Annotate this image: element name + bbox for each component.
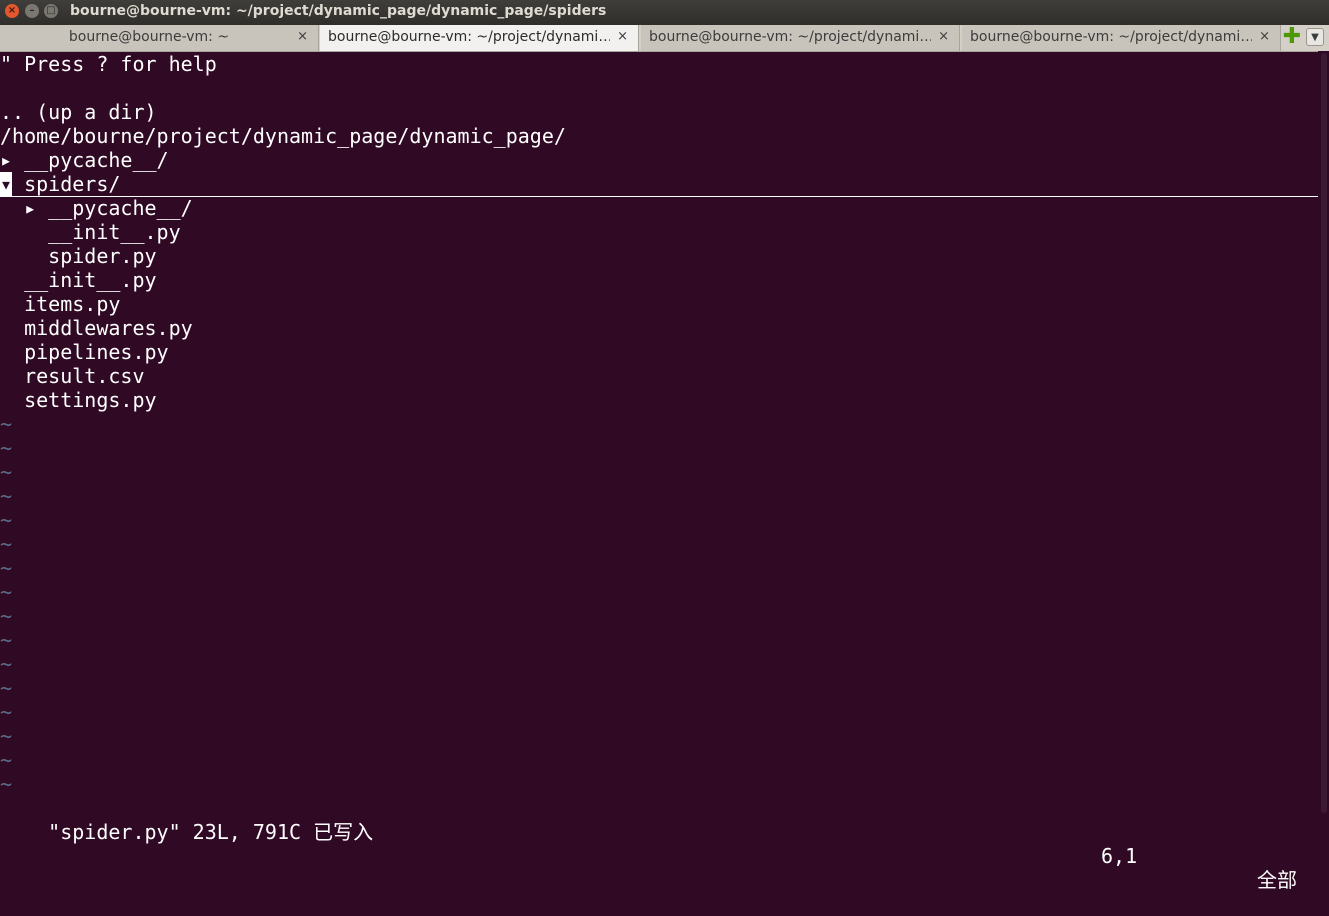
tab-bar: bourne@bourne-vm: ~ × bourne@bourne-vm: …	[0, 25, 1329, 52]
empty-line-tilde: ~	[0, 484, 13, 508]
tree-entry-label: __init__.py	[48, 220, 181, 244]
empty-line-tilde: ~	[0, 724, 13, 748]
vim-status-line: "spider.py" 23L, 791C 已写入 6,1 全部	[0, 796, 1318, 892]
nerdtree-root-path: /home/bourne/project/dynamic_page/dynami…	[0, 124, 566, 148]
tree-entry-spiders-dir[interactable]: ▾ spiders/	[0, 172, 1318, 197]
tree-entry-settings[interactable]: settings.py	[0, 388, 157, 412]
tab-close-icon[interactable]: ×	[297, 29, 308, 44]
tree-entry-label: __init__.py	[24, 268, 157, 292]
tab-project-3[interactable]: bourne@bourne-vm: ~/project/dynami… ×	[962, 25, 1281, 51]
tab-close-icon[interactable]: ×	[617, 29, 628, 44]
empty-line-tilde: ~	[0, 676, 13, 700]
empty-line-tilde: ~	[0, 772, 13, 796]
tab-menu-chevron-icon[interactable]: ▼	[1306, 28, 1324, 46]
tree-entry-label: spider.py	[48, 244, 157, 268]
scrollbar-thumb[interactable]	[1321, 53, 1327, 813]
empty-line-tilde: ~	[0, 604, 13, 628]
tab-label: bourne@bourne-vm: ~/project/dynami…	[328, 29, 610, 45]
tree-entry-label: settings.py	[24, 388, 157, 412]
empty-line-tilde: ~	[0, 700, 13, 724]
empty-line-tilde: ~	[0, 508, 13, 532]
empty-line-tilde: ~	[0, 628, 13, 652]
expanded-arrow-icon: ▾	[0, 172, 13, 196]
tab-label: bourne@bourne-vm: ~/project/dynami…	[970, 29, 1252, 45]
terminal-scrollbar[interactable]	[1318, 51, 1329, 821]
tab-close-icon[interactable]: ×	[938, 29, 949, 44]
empty-line-tilde: ~	[0, 652, 13, 676]
tree-entry-result-csv[interactable]: result.csv	[0, 364, 145, 388]
tab-label: bourne@bourne-vm: ~/project/dynami…	[649, 29, 931, 45]
status-message: "spider.py" 23L, 791C 已写入	[48, 820, 374, 844]
tree-entry-label: __pycache__/	[48, 196, 193, 220]
tab-label: bourne@bourne-vm: ~	[68, 29, 230, 45]
collapsed-arrow-icon: ▸	[0, 196, 49, 220]
tree-entry-spider-py[interactable]: spider.py	[0, 244, 157, 268]
tree-entry-pipelines[interactable]: pipelines.py	[0, 340, 169, 364]
window-minimize-button[interactable]: –	[25, 4, 39, 18]
nerdtree-up-dir[interactable]: .. (up a dir)	[0, 100, 157, 124]
tab-spiders-active[interactable]: bourne@bourne-vm: ~/project/dynami… ×	[320, 25, 639, 51]
window-title: bourne@bourne-vm: ~/project/dynamic_page…	[70, 3, 607, 19]
nerdtree-help-line: " Press ? for help	[0, 52, 217, 76]
tab-project-2[interactable]: bourne@bourne-vm: ~/project/dynami… ×	[641, 25, 960, 51]
tree-entry-label: items.py	[24, 292, 121, 316]
empty-line-tilde: ~	[0, 460, 13, 484]
tree-entry-spiders-init[interactable]: __init__.py	[0, 220, 181, 244]
tree-entry-label: spiders/	[12, 172, 121, 196]
tree-entry-spiders-pycache-dir[interactable]: ▸ __pycache__/	[0, 196, 193, 220]
tree-entry-label: __pycache__/	[24, 148, 169, 172]
cursor-position: 6,1	[1101, 844, 1138, 868]
empty-line-tilde: ~	[0, 412, 13, 436]
tree-entry-label: middlewares.py	[24, 316, 193, 340]
tab-home[interactable]: bourne@bourne-vm: ~ ×	[0, 25, 319, 51]
window-maximize-button[interactable]: □	[44, 4, 58, 18]
new-tab-plus-icon[interactable]: ✚	[1282, 26, 1302, 48]
window-titlebar: × – □ bourne@bourne-vm: ~/project/dynami…	[0, 0, 1329, 25]
tree-entry-label: result.csv	[24, 364, 145, 388]
tree-entry-pycache-dir[interactable]: ▸ __pycache__/	[0, 148, 169, 172]
collapsed-arrow-icon: ▸	[0, 148, 25, 172]
window-close-button[interactable]: ×	[5, 4, 19, 18]
tree-entry-label: pipelines.py	[24, 340, 169, 364]
scroll-indicator: 全部	[1257, 868, 1297, 892]
empty-line-tilde: ~	[0, 556, 13, 580]
empty-line-tilde: ~	[0, 748, 13, 772]
tab-close-icon[interactable]: ×	[1259, 29, 1270, 44]
tree-entry-init[interactable]: __init__.py	[0, 268, 157, 292]
tree-entry-middlewares[interactable]: middlewares.py	[0, 316, 193, 340]
empty-line-tilde: ~	[0, 532, 13, 556]
terminal-area[interactable]: " Press ? for help .. (up a dir) /home/b…	[0, 51, 1318, 892]
empty-line-tilde: ~	[0, 436, 13, 460]
tree-entry-items[interactable]: items.py	[0, 292, 120, 316]
empty-line-tilde: ~	[0, 580, 13, 604]
